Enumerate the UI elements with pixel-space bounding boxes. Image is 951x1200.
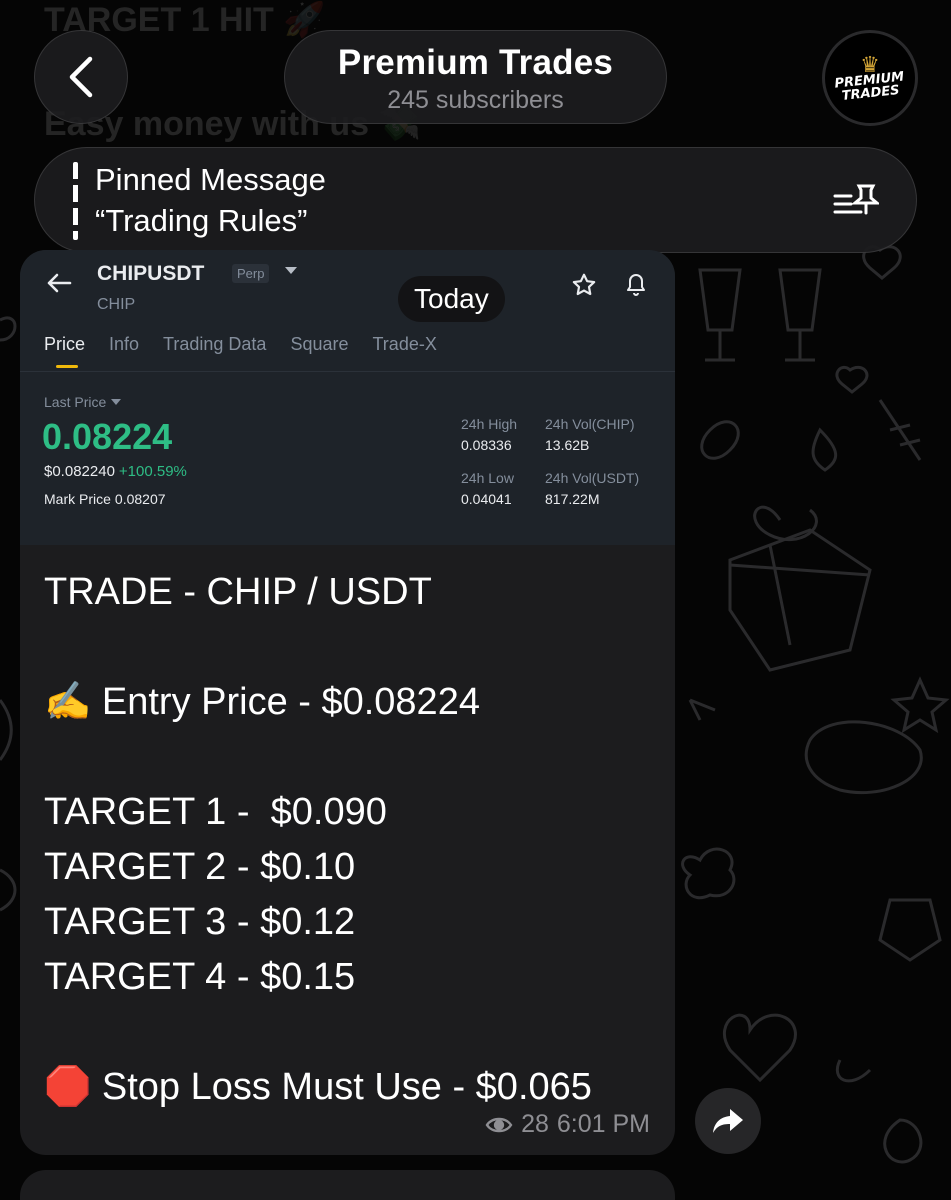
pinned-title: Pinned Message bbox=[95, 162, 326, 197]
screenshot-tabs: Price Info Trading Data Square Trade-X bbox=[44, 334, 437, 368]
stat-24h-low: 24h Low 0.04041 bbox=[461, 470, 514, 507]
star-icon bbox=[572, 273, 596, 296]
eye-icon bbox=[485, 1117, 513, 1132]
tab-trade-x: Trade-X bbox=[372, 334, 437, 354]
next-message-bubble[interactable] bbox=[20, 1170, 675, 1200]
coin-name: CHIP bbox=[97, 296, 136, 313]
tabs-divider bbox=[20, 371, 675, 372]
bell-icon bbox=[627, 274, 645, 296]
pinned-indicator bbox=[73, 162, 78, 240]
share-arrow-icon bbox=[713, 1109, 743, 1133]
tab-square: Square bbox=[290, 334, 349, 354]
last-price-label: Last Price bbox=[44, 394, 122, 410]
subscriber-count: 245 subscribers bbox=[387, 86, 564, 114]
message-bubble[interactable]: CHIPUSDT Perp CHIP Price Info Trading Da… bbox=[20, 250, 675, 1155]
message-time: 6:01 PM bbox=[556, 1110, 650, 1138]
pin-list-icon[interactable] bbox=[833, 182, 879, 220]
pinned-message-bar[interactable]: Pinned Message “Trading Rules” bbox=[34, 147, 917, 253]
channel-title-pill[interactable]: Premium Trades 245 subscribers bbox=[284, 30, 667, 124]
symbol-name: CHIPUSDT bbox=[97, 262, 205, 285]
tab-info: Info bbox=[109, 334, 140, 354]
last-price-value: 0.08224 bbox=[42, 416, 173, 457]
contract-badge: Perp bbox=[232, 264, 270, 283]
tab-price: Price bbox=[44, 334, 86, 368]
arrow-left-icon bbox=[47, 273, 72, 293]
price-change: +100.59% bbox=[118, 463, 187, 480]
message-meta: 28 6:01 PM bbox=[485, 1110, 650, 1139]
mark-price-row: Mark Price 0.08207 bbox=[44, 491, 166, 507]
tab-trading-data: Trading Data bbox=[163, 334, 267, 354]
date-chip: Today bbox=[398, 276, 505, 322]
usd-price-row: $0.082240 +100.59% bbox=[44, 463, 187, 480]
share-button[interactable] bbox=[695, 1088, 761, 1154]
chevron-down-icon bbox=[285, 267, 297, 274]
message-text: TRADE - CHIP / USDT ✍️ Entry Price - $0.… bbox=[44, 571, 592, 1108]
channel-title: Premium Trades bbox=[337, 43, 614, 82]
pinned-text: “Trading Rules” bbox=[95, 203, 308, 238]
back-chevron-icon bbox=[69, 56, 93, 98]
stat-24h-high: 24h High 0.08336 bbox=[461, 416, 518, 453]
back-button[interactable] bbox=[34, 30, 128, 124]
avatar-logo-text: PREMIUM TRADES bbox=[833, 69, 905, 104]
stat-24h-vol-usdt: 24h Vol(USDT) 817.22M bbox=[545, 470, 640, 507]
channel-avatar[interactable]: ♛ PREMIUM TRADES bbox=[822, 30, 918, 126]
stat-24h-vol-chip: 24h Vol(CHIP) 13.62B bbox=[545, 416, 635, 453]
exchange-screenshot[interactable]: CHIPUSDT Perp CHIP Price Info Trading Da… bbox=[20, 250, 675, 545]
view-count: 28 bbox=[521, 1110, 549, 1138]
